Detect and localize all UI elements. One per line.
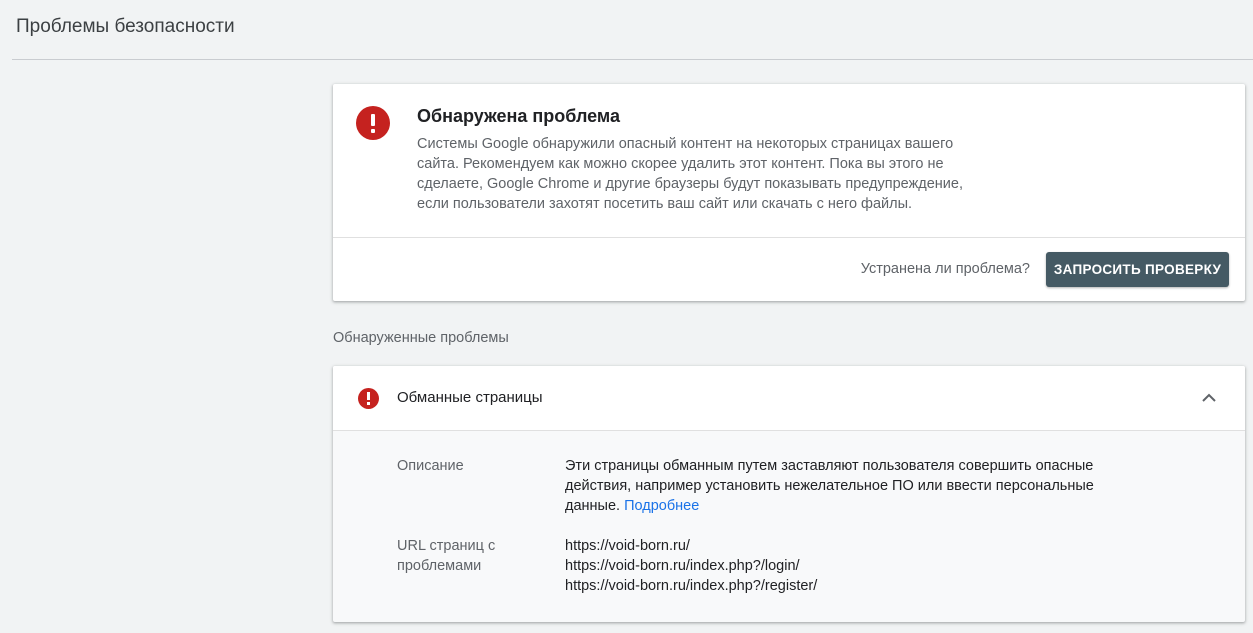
urls-label: URL страниц с проблемами <box>397 538 496 574</box>
error-icon <box>356 106 390 140</box>
alert-title: Обнаружена проблема <box>417 106 621 126</box>
url-item: https://void-born.ru/index.php?/login/ <box>565 558 800 574</box>
alert-card: Обнаружена проблема Системы Google обнар… <box>333 84 1245 301</box>
error-icon <box>358 388 379 409</box>
urls-list: https://void-born.ru/ https://void-born.… <box>565 536 1145 596</box>
issue-header[interactable]: Обманные страницы <box>333 366 1245 431</box>
description-label: Описание <box>397 458 464 474</box>
alert-divider <box>333 237 1245 238</box>
chevron-up-icon[interactable] <box>1199 390 1219 406</box>
learn-more-link[interactable]: Подробнее <box>624 498 699 514</box>
description-value: Эти страницы обманным путем заставляют п… <box>565 456 1145 516</box>
url-item: https://void-born.ru/ <box>565 538 690 554</box>
page-header: Проблемы безопасности <box>0 0 1253 60</box>
issues-card: Обманные страницы Описание Эти страницы … <box>333 366 1245 622</box>
page-title: Проблемы безопасности <box>16 16 235 37</box>
fixed-question-text: Устранена ли проблема? <box>860 261 1030 277</box>
request-review-button[interactable]: ЗАПРОСИТЬ ПРОВЕРКУ <box>1046 252 1229 287</box>
issue-title: Обманные страницы <box>397 389 543 406</box>
url-item: https://void-born.ru/index.php?/register… <box>565 578 818 594</box>
header-divider <box>12 59 1253 60</box>
detected-issues-heading: Обнаруженные проблемы <box>333 330 509 346</box>
alert-description: Системы Google обнаружили опасный контен… <box>417 136 964 212</box>
